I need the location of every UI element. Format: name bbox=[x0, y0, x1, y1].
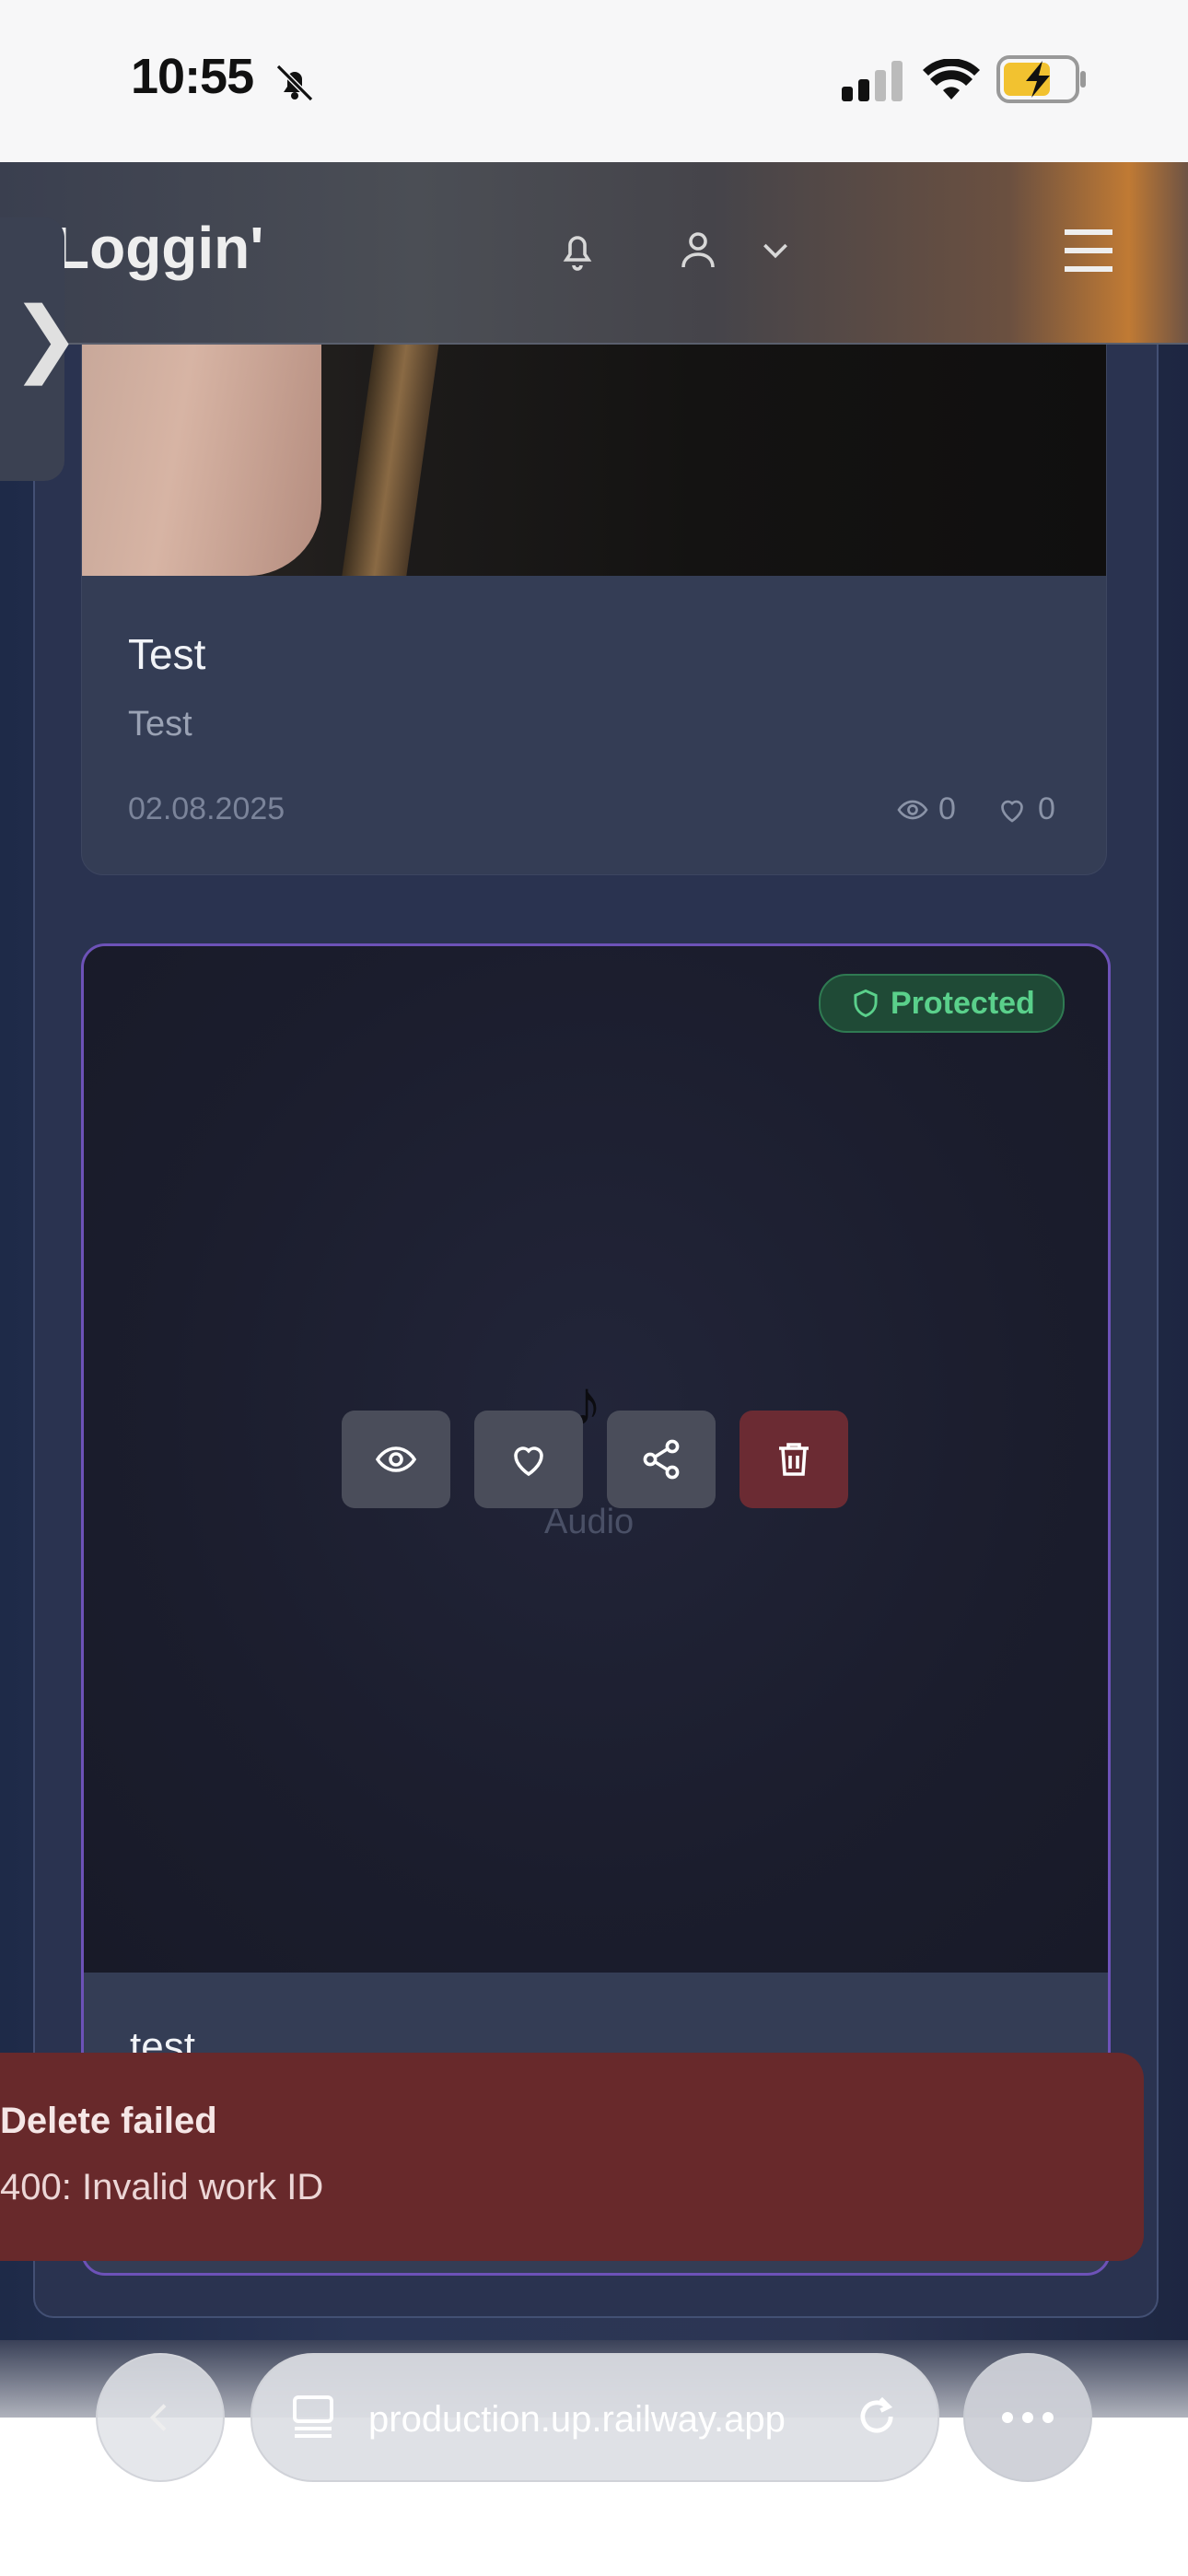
trash-icon bbox=[779, 1443, 809, 1476]
brand-logo[interactable]: Loggin' bbox=[53, 214, 263, 282]
delete-button[interactable] bbox=[740, 1411, 848, 1508]
eye-icon bbox=[375, 1446, 417, 1472]
work-date: 02.08.2025 bbox=[128, 791, 285, 826]
status-time: 10:55 bbox=[131, 49, 254, 104]
shield-icon bbox=[854, 989, 878, 1018]
views-value: 0 bbox=[938, 791, 956, 826]
work-description: Test bbox=[128, 705, 192, 744]
work-title: Test bbox=[128, 630, 206, 678]
likes-count: 0 bbox=[996, 791, 1055, 827]
likes-value: 0 bbox=[1038, 791, 1055, 826]
bell-icon[interactable] bbox=[554, 227, 600, 275]
view-button[interactable] bbox=[342, 1411, 450, 1508]
work-card[interactable]: Test Test 02.08.2025 0 0 bbox=[81, 343, 1107, 875]
share-button[interactable] bbox=[607, 1411, 716, 1508]
bell-slash-icon bbox=[275, 64, 314, 102]
chevron-down-icon[interactable] bbox=[757, 236, 794, 263]
chevron-right-icon: ❯ bbox=[11, 292, 81, 384]
toast-message: 400: Invalid work ID bbox=[0, 2167, 324, 2207]
views-count: 0 bbox=[896, 791, 956, 827]
tabs-icon[interactable] bbox=[289, 2392, 337, 2441]
audio-preview bbox=[84, 946, 1108, 1973]
more-icon bbox=[1002, 2412, 1054, 2423]
reload-icon[interactable] bbox=[853, 2392, 901, 2441]
eye-icon bbox=[897, 800, 928, 819]
error-toast[interactable] bbox=[0, 2053, 1144, 2261]
sidebar-toggle[interactable]: ❯ bbox=[0, 217, 80, 481]
toast-title: Delete failed bbox=[0, 2101, 217, 2141]
share-icon bbox=[643, 1439, 680, 1480]
heart-icon bbox=[514, 1446, 543, 1477]
menu-icon[interactable] bbox=[1059, 225, 1118, 276]
chevron-left-icon bbox=[149, 2404, 167, 2431]
more-button[interactable] bbox=[963, 2353, 1092, 2482]
heart-icon bbox=[1001, 800, 1023, 823]
back-button[interactable] bbox=[96, 2353, 225, 2482]
wifi-icon bbox=[923, 59, 980, 100]
url-text[interactable]: production.up.railway.app bbox=[368, 2399, 786, 2441]
work-thumbnail bbox=[82, 344, 1106, 576]
media-type-label: Audio bbox=[544, 1503, 635, 1541]
like-button[interactable] bbox=[474, 1411, 583, 1508]
protected-badge: Protected bbox=[819, 974, 1065, 1033]
battery-charging-icon bbox=[996, 55, 1086, 103]
signal-icon bbox=[842, 61, 903, 101]
badge-label: Protected bbox=[891, 985, 1035, 1021]
user-icon[interactable] bbox=[676, 227, 720, 273]
